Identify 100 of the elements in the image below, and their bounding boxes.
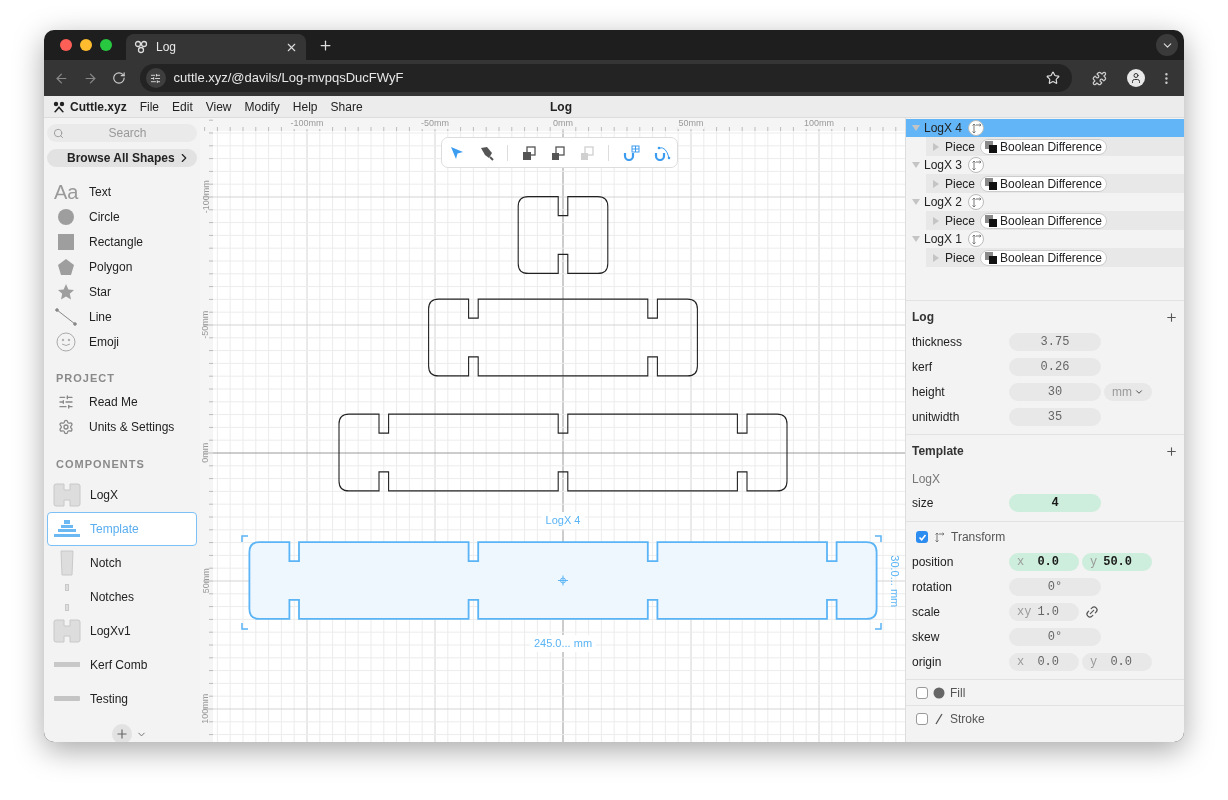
selection-label: LogX 4 bbox=[541, 512, 585, 529]
checkbox[interactable] bbox=[916, 686, 928, 699]
project-item[interactable]: Read Me bbox=[89, 393, 138, 411]
layer-child-row[interactable]: Piece Boolean Difference bbox=[926, 211, 1184, 230]
shape-tool-label[interactable]: Rectangle bbox=[89, 232, 144, 251]
menu-item[interactable]: File bbox=[139, 97, 160, 116]
boolean-button[interactable] bbox=[549, 144, 566, 161]
section-title: Transform bbox=[951, 529, 1006, 546]
number-field[interactable]: x 0.0 bbox=[1009, 653, 1079, 671]
profile-avatar[interactable] bbox=[1127, 69, 1146, 87]
section-title: Log bbox=[912, 309, 934, 326]
operation-chip[interactable]: Boolean Difference bbox=[980, 138, 1107, 155]
address-field[interactable]: cuttle.xyz/@davils/Log-mvpqsDucFWyF bbox=[139, 64, 1073, 92]
log-outline[interactable] bbox=[428, 298, 698, 377]
operation-chip[interactable]: Boolean Difference bbox=[980, 175, 1107, 192]
new-tab-icon[interactable] bbox=[318, 37, 333, 53]
section-heading: COMPONENTS bbox=[55, 456, 146, 472]
shape-tool-label[interactable]: Circle bbox=[89, 207, 120, 226]
extensions-icon[interactable] bbox=[1092, 70, 1108, 86]
menu-item[interactable]: Modify bbox=[244, 97, 280, 116]
layer-row[interactable]: LogX 3 bbox=[906, 156, 1184, 174]
number-field[interactable]: xy 1.0 bbox=[1009, 603, 1079, 621]
close-window-button[interactable] bbox=[60, 39, 72, 51]
axis-label: y bbox=[1090, 554, 1098, 571]
number-field[interactable]: 4 bbox=[1009, 494, 1101, 512]
layer-row[interactable]: LogX 1 bbox=[906, 230, 1184, 248]
scissors-logo-icon bbox=[52, 99, 66, 114]
layer-child-row[interactable]: Piece Boolean Difference bbox=[926, 174, 1184, 193]
layer-child-row[interactable]: Piece Boolean Difference bbox=[926, 248, 1184, 267]
shape-tool-label[interactable]: Polygon bbox=[89, 257, 133, 276]
boolean-button[interactable] bbox=[520, 144, 537, 161]
layer-row[interactable]: LogX 4 bbox=[906, 119, 1184, 137]
search-input[interactable]: Search bbox=[64, 124, 191, 142]
menu-item[interactable]: Help bbox=[292, 97, 318, 116]
site-info-button[interactable] bbox=[145, 68, 166, 88]
number-field[interactable]: 0° bbox=[1009, 578, 1101, 596]
difference-icon bbox=[985, 177, 998, 190]
add-parameter-icon[interactable] bbox=[1165, 310, 1178, 324]
component-item[interactable]: Testing bbox=[47, 682, 197, 716]
back-icon[interactable] bbox=[54, 70, 69, 86]
field-value: 3.75 bbox=[1040, 334, 1070, 351]
menu-item[interactable]: Edit bbox=[172, 97, 193, 116]
shape-tool-label[interactable]: Emoji bbox=[89, 332, 119, 351]
snap-toggle[interactable] bbox=[621, 144, 640, 161]
tab-menu-button[interactable] bbox=[1156, 34, 1178, 56]
transform-badge[interactable] bbox=[968, 231, 985, 247]
browse-shapes-button[interactable]: Browse All Shapes bbox=[47, 149, 197, 167]
checkbox[interactable] bbox=[916, 531, 928, 543]
number-field[interactable]: y 0.0 bbox=[1082, 653, 1152, 671]
stroke-label: Stroke bbox=[950, 711, 985, 728]
ruler-label: 100mm bbox=[200, 693, 212, 726]
forward-icon[interactable] bbox=[82, 70, 98, 86]
transform-badge[interactable] bbox=[968, 194, 985, 210]
component-item[interactable]: Kerf Comb bbox=[47, 648, 197, 682]
log-outline[interactable] bbox=[338, 413, 788, 492]
add-component-button[interactable] bbox=[111, 724, 132, 742]
bookmark-star-icon[interactable] bbox=[1046, 71, 1061, 85]
checkbox[interactable] bbox=[916, 713, 928, 725]
parameter-label: position bbox=[912, 554, 955, 571]
center-crosshair-icon[interactable] bbox=[557, 575, 569, 586]
add-parameter-icon[interactable] bbox=[1165, 444, 1178, 458]
number-field[interactable]: 30 bbox=[1009, 383, 1101, 401]
sliders-icon bbox=[150, 72, 162, 84]
transform-badge[interactable] bbox=[968, 157, 985, 173]
zoom-window-button[interactable] bbox=[100, 39, 112, 51]
parameter-label: skew bbox=[912, 629, 941, 646]
number-field[interactable]: y 50.0 bbox=[1082, 553, 1152, 571]
search-field[interactable]: Search bbox=[47, 124, 197, 142]
log-outline[interactable] bbox=[517, 196, 609, 274]
reload-icon[interactable] bbox=[111, 71, 126, 85]
field-value: 0° bbox=[1047, 579, 1063, 596]
menu-item[interactable]: Share bbox=[330, 97, 363, 116]
number-field[interactable]: 3.75 bbox=[1009, 333, 1101, 351]
document-title: Log bbox=[550, 98, 572, 116]
component-item[interactable]: Notch bbox=[47, 546, 197, 580]
shape-tool-label[interactable]: Star bbox=[89, 282, 111, 301]
number-field[interactable]: 35 bbox=[1009, 408, 1101, 426]
operation-chip[interactable]: Boolean Difference bbox=[980, 249, 1107, 266]
number-field[interactable]: 0.26 bbox=[1009, 358, 1101, 376]
number-field[interactable]: 0° bbox=[1009, 628, 1101, 646]
shape-tool-label[interactable]: Line bbox=[89, 307, 112, 326]
snap-toggle[interactable] bbox=[652, 144, 671, 161]
layer-child-row[interactable]: Piece Boolean Difference bbox=[926, 137, 1184, 156]
app-brand[interactable]: Cuttle.xyz bbox=[70, 97, 127, 116]
component-item[interactable]: Notches bbox=[47, 580, 197, 614]
minimize-window-button[interactable] bbox=[80, 39, 92, 51]
width-dimension: 245.0... mm bbox=[529, 635, 597, 652]
component-item[interactable]: LogX bbox=[47, 478, 197, 512]
component-item[interactable]: LogXv1 bbox=[47, 614, 197, 648]
project-item[interactable]: Units & Settings bbox=[89, 418, 175, 436]
browser-tab[interactable]: Log bbox=[126, 34, 306, 60]
shape-tool-label[interactable]: Text bbox=[89, 182, 111, 201]
layer-row[interactable]: LogX 2 bbox=[906, 193, 1184, 211]
parameter-label: height bbox=[912, 384, 946, 401]
operation-chip[interactable]: Boolean Difference bbox=[980, 212, 1107, 229]
section-heading: PROJECT bbox=[55, 371, 116, 386]
menu-item[interactable]: View bbox=[205, 97, 232, 116]
transform-badge[interactable] bbox=[968, 120, 985, 136]
selection-brackets[interactable] bbox=[241, 535, 882, 630]
number-field[interactable]: x 0.0 bbox=[1009, 553, 1079, 571]
